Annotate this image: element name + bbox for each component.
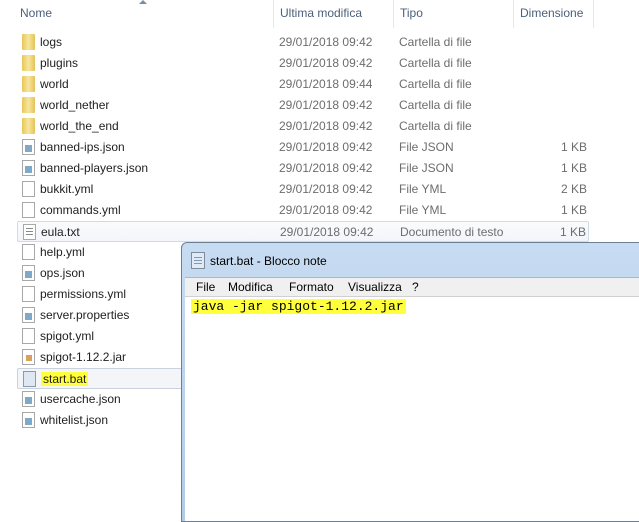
file-name: banned-ips.json: [40, 140, 125, 154]
file-json-icon: [22, 412, 35, 428]
sort-ascending-icon: [139, 0, 147, 4]
column-divider[interactable]: [273, 0, 274, 28]
file-name: spigot-1.12.2.jar: [40, 350, 127, 364]
file-bat-icon: [23, 371, 36, 387]
file-type: File YML: [399, 182, 447, 196]
file-date: 29/01/2018 09:42: [279, 182, 373, 196]
notepad-icon: [191, 252, 205, 269]
file-row[interactable]: world 29/01/2018 09:44 Cartella di file: [17, 74, 589, 95]
file-row[interactable]: world_nether 29/01/2018 09:42 Cartella di …: [17, 95, 589, 116]
file-txt-icon: [23, 224, 36, 240]
file-name: server.properties: [40, 308, 130, 322]
menu-bar: File Modifica Formato Visualizza ?: [185, 277, 639, 296]
file-name: spigot.yml: [40, 329, 95, 343]
file-type: File YML: [399, 203, 447, 217]
column-divider[interactable]: [513, 0, 514, 28]
menu-modifica[interactable]: Modifica: [228, 280, 273, 294]
menu-help[interactable]: ?: [412, 280, 419, 294]
file-blank-icon: [22, 202, 35, 218]
file-json-icon: [22, 139, 35, 155]
file-row[interactable]: banned-ips.json 29/01/2018 09:42 File JSON…: [17, 137, 589, 158]
file-type: File JSON: [399, 140, 454, 154]
file-type: Cartella di file: [399, 77, 472, 91]
file-name: plugins: [40, 56, 79, 70]
file-type: Cartella di file: [399, 35, 472, 49]
file-date: 29/01/2018 09:42: [279, 56, 373, 70]
file-row[interactable]: banned-players.json 29/01/2018 09:42 File …: [17, 158, 589, 179]
file-date: 29/01/2018 09:42: [279, 161, 373, 175]
folder-icon: [22, 97, 35, 113]
file-size: 1 KB: [560, 161, 587, 175]
file-name: world: [40, 77, 69, 91]
menu-formato[interactable]: Formato: [289, 280, 334, 294]
file-name: start.bat: [41, 372, 89, 386]
file-blank-icon: [22, 181, 35, 197]
editor-content: java -jar spigot-1.12.2.jar: [191, 299, 406, 314]
file-name: banned-players.json: [40, 161, 149, 175]
file-date: 29/01/2018 09:44: [279, 77, 373, 91]
menu-file[interactable]: File: [196, 280, 215, 294]
file-type: Documento di testo: [400, 225, 504, 239]
file-type: Cartella di file: [399, 119, 472, 133]
column-divider[interactable]: [393, 0, 394, 28]
file-date: 29/01/2018 09:42: [279, 98, 373, 112]
file-date: 29/01/2018 09:42: [279, 203, 373, 217]
file-json-icon: [22, 391, 35, 407]
file-row[interactable]: eula.txt 29/01/2018 09:42 Documento di tes…: [17, 221, 589, 242]
folder-icon: [22, 118, 35, 134]
folder-icon: [22, 55, 35, 71]
column-divider[interactable]: [593, 0, 594, 28]
folder-icon: [22, 76, 35, 92]
file-name: bukkit.yml: [40, 182, 94, 196]
column-name[interactable]: Nome: [20, 6, 52, 20]
column-modified[interactable]: Ultima modifica: [280, 6, 362, 20]
window-title: start.bat - Blocco note: [210, 254, 327, 268]
file-json-icon: [22, 265, 35, 281]
file-name: ops.json: [40, 266, 85, 280]
file-blank-icon: [22, 328, 35, 344]
file-date: 29/01/2018 09:42: [279, 140, 373, 154]
file-type: Cartella di file: [399, 56, 472, 70]
file-name: whitelist.json: [40, 413, 109, 427]
file-json-icon: [22, 160, 35, 176]
file-size: 1 KB: [559, 225, 586, 239]
file-jar-icon: [22, 349, 35, 365]
file-name: permissions.yml: [40, 287, 127, 301]
file-row[interactable]: commands.yml 29/01/2018 09:42 File YML 1 KB: [17, 200, 589, 221]
column-size[interactable]: Dimensione: [520, 6, 583, 20]
file-name: world_the_end: [40, 119, 119, 133]
file-type: Cartella di file: [399, 98, 472, 112]
file-row[interactable]: logs 29/01/2018 09:42 Cartella di file: [17, 32, 589, 53]
file-name: logs: [40, 35, 63, 49]
file-date: 29/01/2018 09:42: [279, 35, 373, 49]
file-size: 1 KB: [560, 203, 587, 217]
file-name: eula.txt: [41, 225, 80, 239]
file-json-icon: [22, 307, 35, 323]
file-blank-icon: [22, 244, 35, 260]
menu-visualizza[interactable]: Visualizza: [348, 280, 402, 294]
text-editor[interactable]: java -jar spigot-1.12.2.jar: [185, 296, 639, 521]
file-date: 29/01/2018 09:42: [280, 225, 374, 239]
file-name: help.yml: [40, 245, 85, 259]
file-blank-icon: [22, 286, 35, 302]
file-type: File JSON: [399, 161, 454, 175]
file-name: world_nether: [40, 98, 110, 112]
file-row[interactable]: plugins 29/01/2018 09:42 Cartella di file: [17, 53, 589, 74]
folder-icon: [22, 34, 35, 50]
file-size: 2 KB: [560, 182, 587, 196]
file-name: usercache.json: [40, 392, 121, 406]
notepad-window: start.bat - Blocco note File Modifica Fo…: [181, 242, 639, 522]
file-row[interactable]: bukkit.yml 29/01/2018 09:42 File YML 2 KB: [17, 179, 589, 200]
file-size: 1 KB: [560, 140, 587, 154]
file-date: 29/01/2018 09:42: [279, 119, 373, 133]
file-name: commands.yml: [40, 203, 121, 217]
file-row[interactable]: world_the_end 29/01/2018 09:42 Cartella di…: [17, 116, 589, 137]
column-header-bar: Nome Ultima modifica Tipo Dimensione: [0, 0, 639, 28]
column-type[interactable]: Tipo: [400, 6, 423, 20]
